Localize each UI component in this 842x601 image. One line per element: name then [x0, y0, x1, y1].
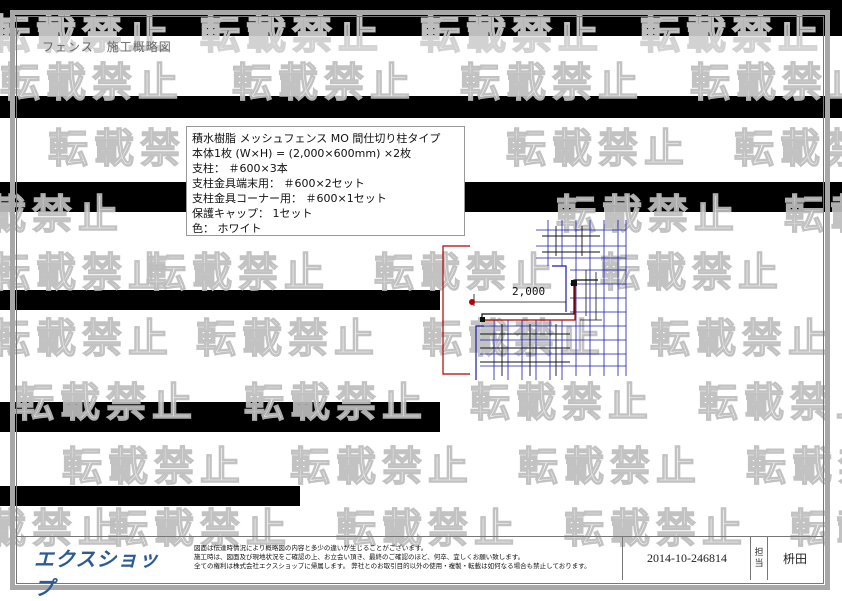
- dimension-label: 2,000: [512, 285, 545, 298]
- spec-line: 支柱金具コーナー用： ＃600×1セット: [192, 192, 387, 205]
- spec-box: 積水樹脂 メッシュフェンス MO 間仕切り柱タイプ 本体1枚 (W×H) = (…: [186, 126, 465, 236]
- fence-plan-drawing: 2,000: [442, 220, 627, 380]
- spec-line: 支柱金具端末用： ＃600×2セット: [192, 177, 365, 190]
- spec-line: 支柱： ＃600×3本: [192, 162, 288, 175]
- black-grid: [480, 226, 600, 376]
- fence-outline: [442, 245, 598, 380]
- footer-notes: 図面は伝達時情況により概略図の内容と多少の違いが生じることがございます。 施工時…: [194, 544, 614, 571]
- fence-post: [469, 299, 475, 305]
- spec-line: 積水樹脂 メッシュフェンス MO 間仕切り柱タイプ: [192, 132, 441, 145]
- brand-logo: エクスショップ: [34, 547, 160, 600]
- inner-frame: [16, 16, 824, 584]
- fence-post: [480, 317, 485, 322]
- staff-name: 枡田: [782, 552, 807, 566]
- document-number: 2014-10-246814: [622, 537, 751, 580]
- document-title: フェンス 施工概略図: [42, 40, 172, 54]
- drawing-sheet: 転載禁止 転載禁止 転載禁止 転載禁止 転載禁止 転載禁止 転載禁止 転載禁止 …: [0, 0, 842, 600]
- fence-post: [571, 280, 577, 286]
- staff-label-text: 担当: [754, 547, 764, 569]
- spec-line: 保護キャップ： 1セット: [192, 207, 313, 220]
- note-line: 施工時は、図面及び現地状況をご確認の上、お立会い頂き、最終のご確認のほど、何卒、…: [194, 553, 525, 561]
- spec-line: 本体1枚 (W×H) = (2,000×600mm) ×2枚: [192, 147, 412, 160]
- note-line: 図面は伝達時情況により概略図の内容と多少の違いが生じることがございます。: [194, 544, 428, 552]
- spec-line: 色： ホワイト: [192, 222, 262, 235]
- note-line: 全ての権利は株式会社エクスショップに帰属します。 弊社とのお取引目的以外の使用・…: [194, 562, 591, 570]
